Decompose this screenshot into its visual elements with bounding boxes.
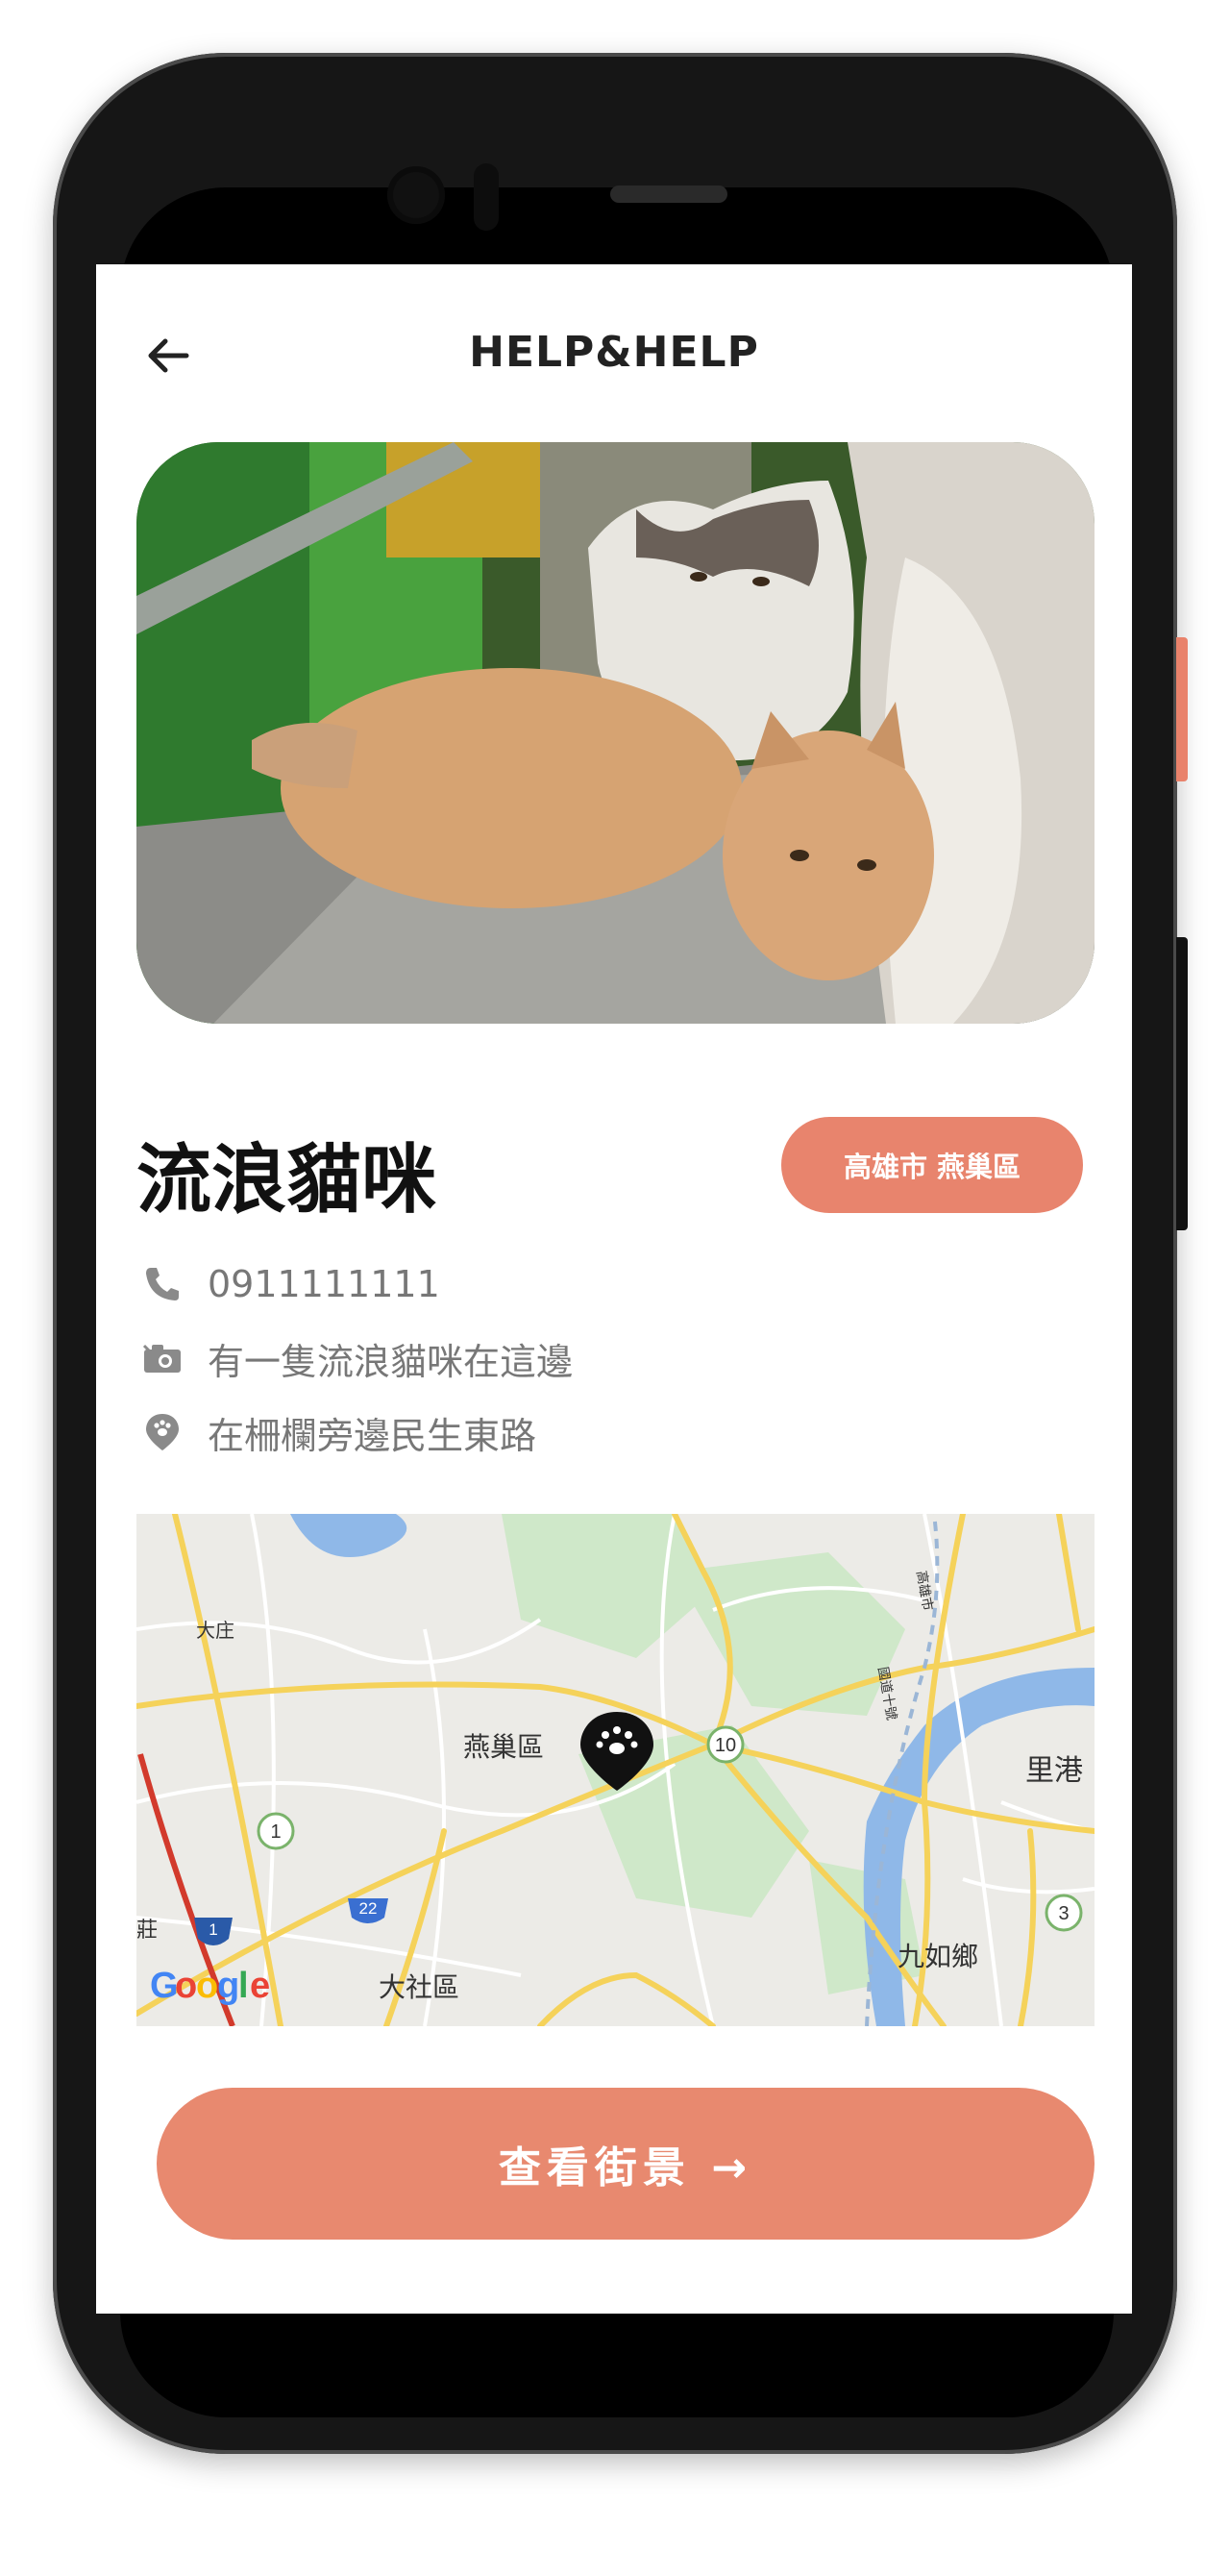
phone-icon	[146, 1268, 179, 1300]
svg-text:o: o	[196, 1966, 218, 2006]
route-shield-3: 3	[1045, 1894, 1083, 1932]
power-button[interactable]	[1176, 637, 1188, 781]
map-label-jiuru: 九如鄉	[898, 1942, 978, 1971]
district-badge: 高雄市 燕巢區	[781, 1117, 1083, 1213]
location-row: 在柵欄旁邊民生東路	[142, 1408, 537, 1457]
earpiece-speaker	[610, 186, 727, 203]
description-text: 有一隻流浪貓咪在這邊	[208, 1340, 574, 1383]
svg-text:10: 10	[715, 1735, 736, 1756]
map-label-dazhuang: 大庄	[196, 1620, 234, 1642]
svg-text:1: 1	[209, 1920, 217, 1939]
svg-text:1: 1	[270, 1821, 281, 1843]
map-label-zhuang: 莊	[136, 1918, 158, 1942]
volume-button[interactable]	[1176, 937, 1188, 1230]
svg-text:o: o	[175, 1966, 197, 2006]
report-title: 流浪貓咪	[136, 1137, 437, 1224]
app-bar: HELP&HELP	[96, 264, 1132, 457]
street-view-button[interactable]: 查看街景 →	[157, 2088, 1095, 2240]
app-screen: HELP&HELP 流浪貓咪 高雄市 燕巢區 0911111111 有一隻流浪貓…	[96, 264, 1132, 2314]
svg-text:22: 22	[359, 1899, 378, 1918]
svg-text:3: 3	[1058, 1903, 1069, 1924]
map-view[interactable]: 大庄 燕巢區 里港 九如鄉 大社區 莊 高雄市 國道十號 10 1 3 22 1…	[136, 1514, 1095, 2026]
photo-camera-icon	[142, 1344, 181, 1373]
location-text: 在柵欄旁邊民生東路	[208, 1414, 537, 1457]
route-shield-10: 10	[706, 1725, 745, 1764]
description-row: 有一隻流浪貓咪在這邊	[142, 1334, 574, 1383]
app-title: HELP&HELP	[469, 328, 759, 377]
map-label-ligang: 里港	[1025, 1755, 1083, 1787]
paw-pin-icon	[146, 1414, 179, 1450]
google-logo: G o o g l e	[150, 1966, 270, 2006]
phone-row: 0911111111	[142, 1260, 440, 1308]
map-label-yanchao: 燕巢區	[463, 1732, 544, 1762]
cat-photo	[136, 442, 1095, 1024]
phone-number[interactable]: 0911111111	[208, 1263, 440, 1305]
svg-text:e: e	[250, 1966, 270, 2006]
front-camera	[387, 166, 445, 224]
svg-text:g: g	[217, 1966, 239, 2006]
map-label-dashe: 大社區	[379, 1972, 459, 2002]
route-shield-1: 1	[257, 1812, 295, 1850]
svg-text:l: l	[238, 1966, 249, 2006]
proximity-sensor	[474, 163, 499, 231]
